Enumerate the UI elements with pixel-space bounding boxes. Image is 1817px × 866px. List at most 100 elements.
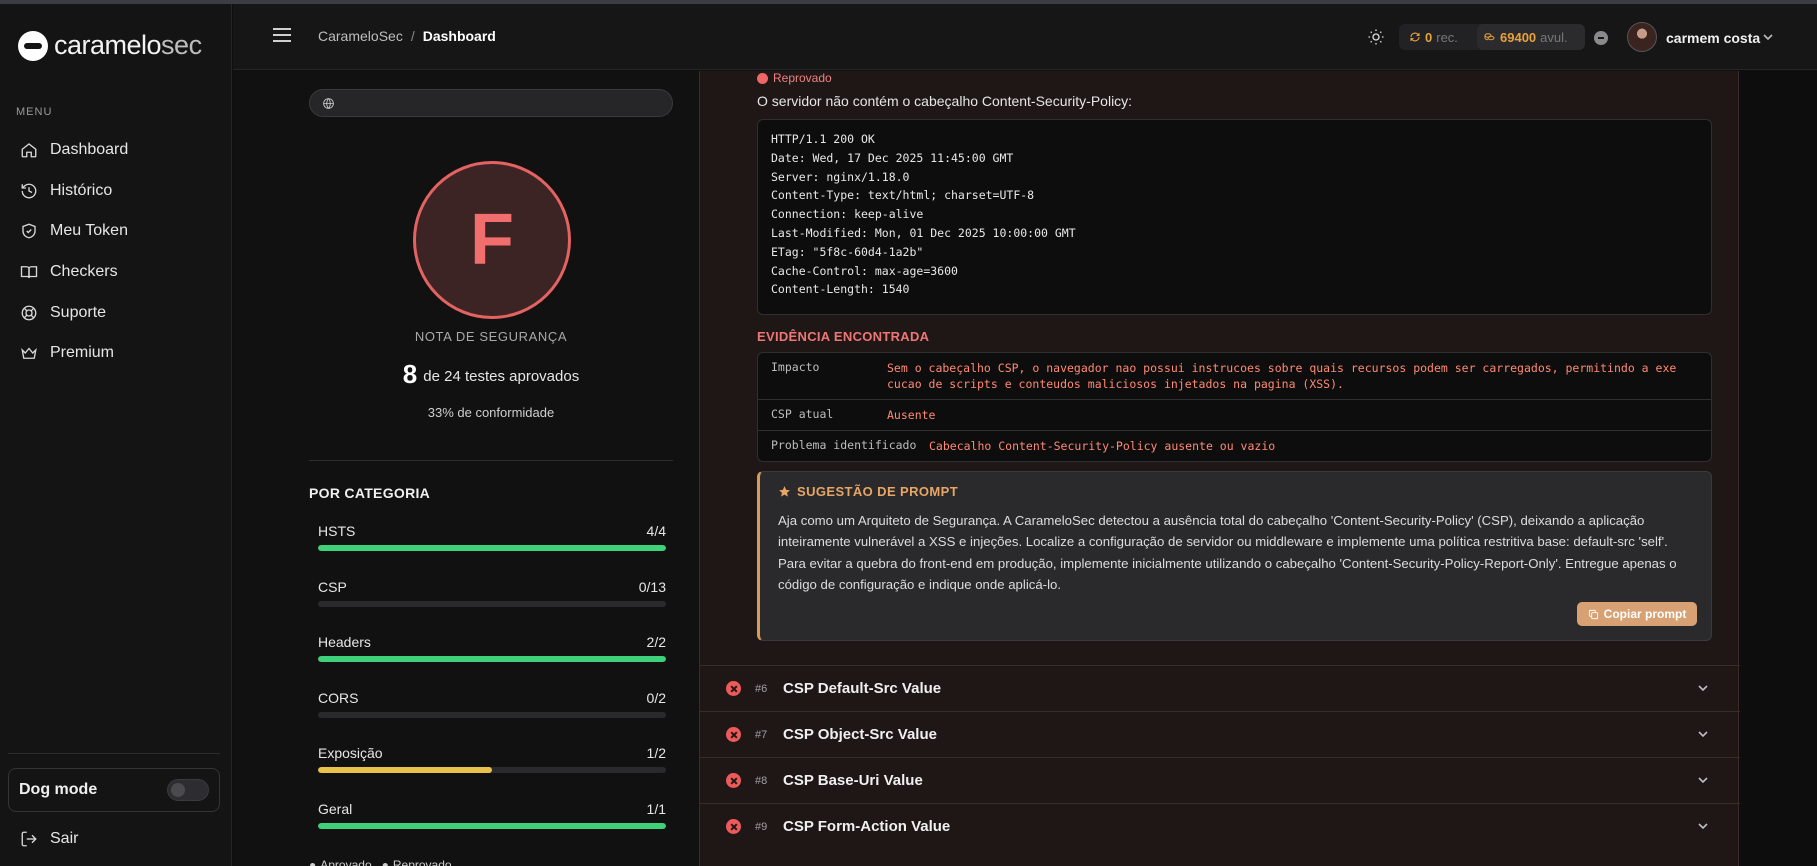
rec-count: 0 (1425, 29, 1433, 45)
score-panel: F NOTA DE SEGURANÇA 8 de 24 testes aprova… (233, 71, 699, 866)
fail-icon (757, 72, 768, 84)
category-progress-bar (318, 600, 666, 607)
code-line: Server: nginx/1.18.0 (771, 169, 910, 184)
sidebar-item-premium[interactable]: Premium (0, 333, 232, 373)
breadcrumb-current: Dashboard (422, 28, 496, 44)
chevron-down-icon[interactable] (1698, 823, 1708, 829)
test-number: #9 (755, 820, 768, 833)
sidebar-item-checkers[interactable]: Checkers (0, 252, 232, 292)
test-accordion-item[interactable]: #9 CSP Form-Action Value (700, 803, 1740, 849)
prompt-suggestion-box: SUGESTÃO DE PROMPT Aja como um Arquiteto… (757, 471, 1712, 641)
test-description: O servidor não contém o cabeçalho Conten… (757, 93, 1133, 109)
lifebuoy-icon (21, 305, 37, 321)
category-title: POR CATEGORIA (309, 485, 431, 501)
evidence-key: Impacto (771, 360, 820, 374)
fail-x-icon (726, 727, 741, 742)
category-list: HSTS 4/4 CSP 0/13 Headers 2/2 CORS 0/2 Exposição… (318, 523, 666, 856)
category-item: CSP 0/13 (318, 579, 666, 635)
category-progress-bar (318, 545, 666, 551)
category-item: HSTS 4/4 (318, 523, 666, 579)
star-icon (779, 486, 790, 497)
dog-mode-panel: Dog mode (8, 768, 220, 812)
test-accordion-item[interactable]: #7 CSP Object-Src Value (700, 711, 1740, 757)
code-line: Connection: keep-alive (771, 207, 924, 222)
category-name: Exposição (318, 745, 383, 761)
category-progress-fill (318, 545, 666, 551)
category-score: 0/13 (638, 578, 666, 595)
sidebar-item-label: Checkers (50, 263, 118, 281)
sidebar-item-label: Suporte (50, 303, 107, 321)
sidebar: caramelosec MENU Dashboard Histórico Meu… (0, 4, 232, 866)
logo-text: caramelosec (54, 30, 202, 60)
evidence-row: Impacto Sem o cabeçalho CSP, o navegador… (758, 353, 1711, 400)
test-accordion-item[interactable]: #8 CSP Base-Uri Value (700, 757, 1740, 803)
refresh-icon (1410, 32, 1420, 42)
status-badge: Reprovado (757, 71, 832, 85)
minus-circle-icon[interactable] (1594, 31, 1608, 45)
url-input[interactable] (309, 89, 673, 117)
theme-sun-icon[interactable] (1367, 28, 1385, 46)
user-name[interactable]: carmem costa (1666, 30, 1760, 46)
category-score: 1/1 (646, 800, 666, 817)
test-accordion-item[interactable]: #6 CSP Default-Src Value (700, 665, 1740, 711)
evidence-title: EVIDÊNCIA ENCONTRADA (757, 329, 930, 344)
code-line: ETag: "5f8c-60d4-1a2b" (771, 244, 924, 259)
test-title: CSP Base-Uri Value (783, 772, 923, 789)
sidebar-item-dashboard[interactable]: Dashboard (0, 130, 232, 170)
credits-badge[interactable]: 0 rec. 69400 avul. (1399, 24, 1585, 50)
category-legend: Aprovado Reprovado (309, 858, 452, 866)
breadcrumb: CarameloSec / Dashboard (318, 28, 496, 44)
menu-title: MENU (16, 106, 53, 118)
logout-label: Sair (50, 830, 79, 847)
evidence-row: CSP atual Ausente (758, 400, 1711, 431)
category-name: CORS (318, 689, 359, 706)
category-score: 0/2 (646, 689, 666, 706)
category-score: 4/4 (646, 523, 666, 539)
chevron-down-icon[interactable] (1698, 777, 1708, 783)
top-header: CarameloSec / Dashboard 0 rec. 69400 avul.… (233, 4, 1817, 70)
app-logo[interactable]: caramelosec (18, 30, 202, 61)
category-row: Headers 2/2 (318, 634, 666, 650)
user-menu-chevron-down-icon[interactable] (1763, 34, 1773, 40)
evidence-value: Ausente (887, 408, 936, 422)
test-number: #6 (755, 682, 768, 695)
breadcrumb-root[interactable]: CarameloSec (318, 28, 403, 44)
category-score: 1/2 (646, 745, 666, 761)
category-row: Geral 1/1 (318, 801, 666, 817)
chevron-down-icon[interactable] (1698, 731, 1708, 737)
copy-prompt-button[interactable]: Copiar prompt (1577, 602, 1697, 626)
score-divider (309, 460, 673, 461)
avatar[interactable] (1627, 22, 1657, 52)
category-progress-bar (318, 711, 666, 718)
test-title: CSP Default-Src Value (783, 680, 942, 697)
approved-text: de 24 testes aprovados (423, 368, 580, 385)
sidebar-item-label: Dashboard (50, 141, 129, 158)
category-row: HSTS 4/4 (318, 523, 666, 539)
code-line: Content-Length: 1540 (771, 282, 910, 297)
legend-failed: Reprovado (382, 858, 452, 866)
test-detail-card: Reprovado O servidor não contém o cabeça… (699, 71, 1740, 866)
test-title: CSP Object-Src Value (783, 726, 937, 743)
logout-button[interactable]: Sair (20, 830, 78, 848)
response-headers-code[interactable]: HTTP/1.1 200 OK Date: Wed, 17 Dec 2025 11… (757, 119, 1712, 315)
category-progress-bar (318, 767, 666, 773)
sidebar-item-meu-token[interactable]: Meu Token (0, 211, 232, 251)
fail-x-icon (726, 681, 741, 696)
category-name: CSP (318, 578, 347, 595)
sidebar-item-suporte[interactable]: Suporte (0, 293, 232, 333)
evidence-key: Problema identificado (771, 438, 917, 452)
evidence-row: Problema identificado Cabecalho Content-… (758, 431, 1711, 461)
dog-mode-toggle[interactable] (167, 779, 209, 801)
category-name: Geral (318, 800, 353, 817)
menu-toggle-icon[interactable] (273, 28, 291, 42)
shield-icon (22, 223, 36, 239)
prompt-title: SUGESTÃO DE PROMPT (778, 484, 958, 499)
category-progress-bar (318, 656, 666, 662)
evidence-value: Cabecalho Content-Security-Policy ausent… (929, 439, 1276, 453)
sidebar-item-historico[interactable]: Histórico (0, 171, 232, 211)
fail-x-icon (726, 819, 741, 834)
category-item: CORS 0/2 (318, 690, 666, 746)
chevron-down-icon[interactable] (1698, 685, 1708, 691)
category-row: Exposição 1/2 (318, 745, 666, 761)
code-line: Date: Wed, 17 Dec 2025 11:45:00 GMT (771, 150, 1014, 165)
